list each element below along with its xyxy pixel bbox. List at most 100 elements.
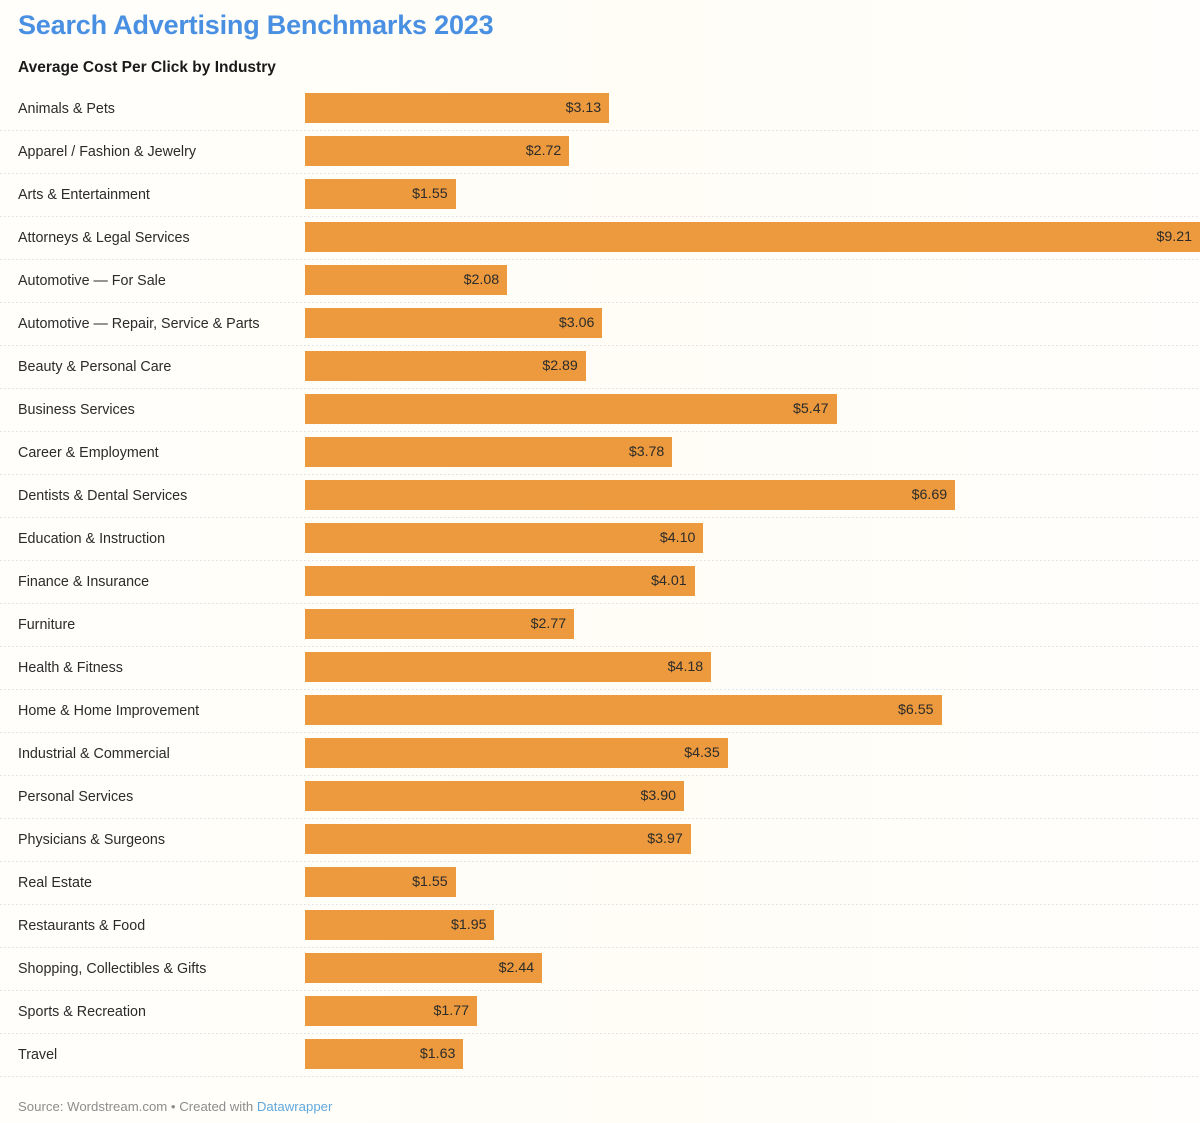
bar-value-label: $9.21 bbox=[1156, 229, 1192, 245]
bar[interactable]: $9.21 bbox=[305, 222, 1200, 252]
bar-track: $2.77 bbox=[305, 609, 1200, 639]
bar-category-label: Dentists & Dental Services bbox=[18, 488, 188, 504]
bar-value-label: $3.06 bbox=[558, 315, 595, 331]
bar-category-label: Real Estate bbox=[18, 875, 92, 891]
bar-row[interactable]: Furniture $2.77 bbox=[0, 604, 1200, 647]
bar[interactable]: $2.08 bbox=[305, 265, 508, 295]
bar-value-label: $2.77 bbox=[530, 616, 567, 632]
bar[interactable]: $3.78 bbox=[305, 437, 673, 467]
bar-track: $9.21 bbox=[305, 222, 1200, 252]
bar-row[interactable]: Automotive — Repair, Service & Parts $3.0… bbox=[0, 303, 1200, 346]
bar-category-label: Automotive — Repair, Service & Parts bbox=[18, 316, 260, 332]
bar[interactable]: $2.72 bbox=[305, 136, 570, 166]
bar[interactable]: $2.44 bbox=[305, 953, 543, 983]
bar-chart-plot-area: Animals & Pets $3.13 Apparel / Fashion & J… bbox=[0, 88, 1200, 1083]
bar-category-label: Physicians & Surgeons bbox=[18, 832, 166, 848]
footer-source-text: Source: Wordstream.com • Created with bbox=[18, 1099, 257, 1114]
chart-footer: Source: Wordstream.com • Created with Da… bbox=[18, 1098, 332, 1116]
chart-container: Search Advertising Benchmarks 2023 Avera… bbox=[0, 0, 1200, 1123]
bar-row[interactable]: Career & Employment $3.78 bbox=[0, 432, 1200, 475]
bar-row[interactable]: Health & Fitness $4.18 bbox=[0, 647, 1200, 690]
bar[interactable]: $4.35 bbox=[305, 738, 728, 768]
bar-category-label: Finance & Insurance bbox=[18, 574, 150, 590]
bar-row[interactable]: Physicians & Surgeons $3.97 bbox=[0, 819, 1200, 862]
bar-row[interactable]: Beauty & Personal Care $2.89 bbox=[0, 346, 1200, 389]
bar-track: $5.47 bbox=[305, 394, 1200, 424]
bar-track: $2.44 bbox=[305, 953, 1200, 983]
bar-track: $6.55 bbox=[305, 695, 1200, 725]
bar[interactable]: $4.18 bbox=[305, 652, 712, 682]
bar-value-label: $1.55 bbox=[412, 186, 448, 202]
bar-category-label: Education & Instruction bbox=[18, 531, 166, 547]
bar-row[interactable]: Education & Instruction $4.10 bbox=[0, 518, 1200, 561]
bar-track: $4.01 bbox=[305, 566, 1200, 596]
bar-row[interactable]: Industrial & Commercial $4.35 bbox=[0, 733, 1200, 776]
bar[interactable]: $5.47 bbox=[305, 394, 837, 424]
bar-row[interactable]: Finance & Insurance $4.01 bbox=[0, 561, 1200, 604]
bar-track: $3.97 bbox=[305, 824, 1200, 854]
bar-row[interactable]: Shopping, Collectibles & Gifts $2.44 bbox=[0, 948, 1200, 991]
bar-row[interactable]: Business Services $5.47 bbox=[0, 389, 1200, 432]
bar[interactable]: $1.95 bbox=[305, 910, 495, 940]
bar-category-label: Home & Home Improvement bbox=[18, 703, 200, 719]
bar-value-label: $3.78 bbox=[628, 444, 665, 460]
bar-track: $4.35 bbox=[305, 738, 1200, 768]
bar[interactable]: $1.55 bbox=[305, 179, 456, 209]
bar-row[interactable]: Animals & Pets $3.13 bbox=[0, 88, 1200, 131]
bar-value-label: $5.47 bbox=[793, 401, 829, 417]
bar[interactable]: $1.63 bbox=[305, 1039, 464, 1069]
bar-track: $1.55 bbox=[305, 867, 1200, 897]
bar-track: $2.08 bbox=[305, 265, 1200, 295]
datawrapper-link[interactable]: Datawrapper bbox=[257, 1099, 333, 1114]
bar-category-label: Furniture bbox=[18, 617, 76, 633]
bar-value-label: $4.18 bbox=[667, 659, 704, 675]
bar-value-label: $6.69 bbox=[911, 487, 948, 503]
bar[interactable]: $2.77 bbox=[305, 609, 575, 639]
bar-category-label: Apparel / Fashion & Jewelry bbox=[18, 144, 196, 160]
bar-value-label: $6.55 bbox=[897, 702, 934, 718]
bar-value-label: $2.08 bbox=[463, 272, 500, 288]
bar[interactable]: $4.01 bbox=[305, 566, 695, 596]
bar-row[interactable]: Dentists & Dental Services $6.69 bbox=[0, 475, 1200, 518]
bar[interactable]: $6.69 bbox=[305, 480, 956, 510]
bar-category-label: Career & Employment bbox=[18, 445, 159, 461]
bar-row[interactable]: Automotive — For Sale $2.08 bbox=[0, 260, 1200, 303]
bar-track: $4.18 bbox=[305, 652, 1200, 682]
bar-track: $3.13 bbox=[305, 93, 1200, 123]
bar-row[interactable]: Sports & Recreation $1.77 bbox=[0, 991, 1200, 1034]
bar[interactable]: $3.97 bbox=[305, 824, 691, 854]
bar-category-label: Business Services bbox=[18, 402, 135, 418]
bar-category-label: Beauty & Personal Care bbox=[18, 359, 172, 375]
bar-category-label: Personal Services bbox=[18, 789, 134, 805]
bar[interactable]: $3.06 bbox=[305, 308, 603, 338]
bar[interactable]: $1.55 bbox=[305, 867, 456, 897]
chart-subtitle: Average Cost Per Click by Industry bbox=[18, 59, 276, 76]
bar-category-label: Restaurants & Food bbox=[18, 918, 146, 934]
bar[interactable]: $2.89 bbox=[305, 351, 586, 381]
bar[interactable]: $4.10 bbox=[305, 523, 704, 553]
bar-category-label: Industrial & Commercial bbox=[18, 746, 170, 762]
bar-track: $3.06 bbox=[305, 308, 1200, 338]
bar-track: $1.63 bbox=[305, 1039, 1200, 1069]
bar[interactable]: $6.55 bbox=[305, 695, 942, 725]
bar-row[interactable]: Personal Services $3.90 bbox=[0, 776, 1200, 819]
bar-value-label: $1.95 bbox=[450, 917, 487, 933]
bar-row[interactable]: Arts & Entertainment $1.55 bbox=[0, 174, 1200, 217]
bar-row[interactable]: Real Estate $1.55 bbox=[0, 862, 1200, 905]
bar-track: $4.10 bbox=[305, 523, 1200, 553]
bar[interactable]: $3.90 bbox=[305, 781, 684, 811]
bar-value-label: $2.89 bbox=[542, 358, 578, 374]
bar[interactable]: $1.77 bbox=[305, 996, 477, 1026]
bar-row[interactable]: Apparel / Fashion & Jewelry $2.72 bbox=[0, 131, 1200, 174]
bar-track: $6.69 bbox=[305, 480, 1200, 510]
bar-value-label: $4.35 bbox=[684, 745, 720, 761]
bar-value-label: $1.77 bbox=[433, 1003, 469, 1019]
bar[interactable]: $3.13 bbox=[305, 93, 610, 123]
bar-category-label: Shopping, Collectibles & Gifts bbox=[18, 961, 207, 977]
bar-track: $1.55 bbox=[305, 179, 1200, 209]
bar-row[interactable]: Restaurants & Food $1.95 bbox=[0, 905, 1200, 948]
bar-row[interactable]: Travel $1.63 bbox=[0, 1034, 1200, 1077]
bar-row[interactable]: Home & Home Improvement $6.55 bbox=[0, 690, 1200, 733]
bar-category-label: Animals & Pets bbox=[18, 101, 115, 117]
bar-row[interactable]: Attorneys & Legal Services $9.21 bbox=[0, 217, 1200, 260]
